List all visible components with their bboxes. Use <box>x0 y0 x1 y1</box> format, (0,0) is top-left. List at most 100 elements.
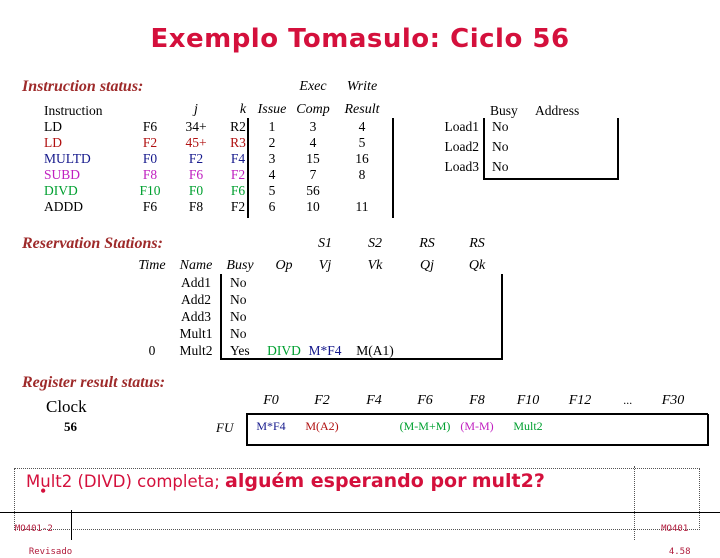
instruction-write-result: 11 <box>355 199 369 214</box>
instruction-name: LD <box>44 119 62 134</box>
header-j: j <box>194 102 198 117</box>
header-instruction: Instruction <box>44 103 103 118</box>
instruction-exec-comp: 3 <box>309 119 317 134</box>
load-buffer-busy: No <box>492 139 509 154</box>
footer-left-line1: MO401-2 <box>14 524 53 535</box>
instruction-issue: 5 <box>268 183 276 198</box>
instruction-k: F4 <box>230 151 246 166</box>
header-result: Result <box>344 102 380 117</box>
bullet-line1-small: Mult2 (DIVD) completa; <box>26 472 220 491</box>
instruction-j: F0 <box>188 183 204 198</box>
register-header-F0: F0 <box>263 393 279 408</box>
register-header-F8: F8 <box>469 393 485 408</box>
instruction-issue: 3 <box>268 151 276 166</box>
header-qj: Qj <box>420 258 434 273</box>
header-rs-qk: RS <box>469 236 485 251</box>
rs-busy: Yes <box>230 343 250 358</box>
instruction-write-result: 8 <box>358 167 366 182</box>
rs-name: Mult2 <box>179 343 213 358</box>
reg-table-right-rule <box>707 414 709 446</box>
register-value-F8: (M-M) <box>460 419 494 433</box>
instruction-issue: 6 <box>268 199 276 214</box>
reg-table-top-rule <box>246 413 708 415</box>
load-buffer-busy: No <box>492 119 509 134</box>
clock-label: Clock <box>46 397 87 416</box>
header-s2: S2 <box>368 236 382 251</box>
register-header-F30: F30 <box>661 393 685 408</box>
header-issue: Issue <box>257 102 287 117</box>
header-exec: Exec <box>299 79 327 94</box>
header-vk: Vk <box>367 258 383 273</box>
instruction-issue: 1 <box>268 119 276 134</box>
instruction-dest: F2 <box>142 135 158 150</box>
header-write: Write <box>346 79 378 94</box>
header-name: Name <box>179 258 213 273</box>
rs-time: 0 <box>148 343 156 358</box>
register-value-F6: (M-M+M) <box>399 419 451 433</box>
header-vj: Vj <box>318 258 332 273</box>
header-busy-loads: Busy <box>490 103 518 118</box>
rs-name: Mult1 <box>179 326 213 341</box>
instruction-name: DIVD <box>44 183 78 198</box>
rs-table-right-rule <box>501 274 503 360</box>
instruction-name: MULTD <box>44 151 91 166</box>
instruction-name: SUBD <box>44 167 81 182</box>
instruction-k: R3 <box>230 135 246 150</box>
rs-busy: No <box>230 309 247 324</box>
load-table-left-rule <box>483 118 485 180</box>
register-result-status-heading: Register result status: <box>22 374 166 391</box>
load-table-bottom-rule <box>483 178 618 180</box>
rs-name: Add1 <box>181 275 211 290</box>
page-title: Exemplo Tomasulo: Ciclo 56 <box>150 24 570 54</box>
header-comp: Comp <box>296 102 330 117</box>
instruction-name: ADDD <box>44 199 83 214</box>
bullet-text: Mult2 (DIVD) completa; alguém esperando … <box>26 470 700 492</box>
load-buffer-name: Load2 <box>444 139 480 154</box>
header-time: Time <box>138 258 166 273</box>
instruction-k: F6 <box>230 183 246 198</box>
register-header-F2: F2 <box>314 393 330 408</box>
instruction-j: 45+ <box>185 135 207 150</box>
reg-table-bottom-rule <box>246 444 708 446</box>
footer-divider <box>0 512 720 513</box>
clock-value: 56 <box>64 419 77 434</box>
bullet-line2-big: mult2? <box>471 470 545 492</box>
footer-left-text: MO401-2 Revisado <box>4 513 72 558</box>
instruction-j: F8 <box>188 199 204 214</box>
instruction-exec-comp: 4 <box>309 135 317 150</box>
instruction-exec-comp: 10 <box>306 199 320 214</box>
instruction-k: F2 <box>230 167 246 182</box>
footer-right-text: MO401 4.58 <box>648 513 691 558</box>
rs-op: DIVD <box>267 343 301 358</box>
rs-table-left-rule <box>220 274 222 360</box>
instruction-dest: F6 <box>142 119 158 134</box>
header-k: k <box>239 102 247 117</box>
footer-right-line1: MO401 <box>661 524 689 535</box>
instruction-exec-comp: 56 <box>306 183 320 198</box>
header-qk: Qk <box>468 258 486 273</box>
register-header-F4: F4 <box>366 393 382 408</box>
reservation-stations-heading: Reservation Stations: <box>22 235 163 252</box>
footer-right-line2: 4.58 <box>668 546 691 557</box>
header-op: Op <box>275 258 293 273</box>
instruction-table-right-rule <box>392 118 394 218</box>
register-header-F6: F6 <box>417 393 433 408</box>
load-buffer-name: Load1 <box>444 119 480 134</box>
rs-busy: No <box>230 292 247 307</box>
reg-table-left-rule <box>246 414 248 446</box>
instruction-status-heading: Instruction status: <box>22 78 144 95</box>
header-rs-qj: RS <box>419 236 435 251</box>
register-value-F2: M(A2) <box>305 419 339 433</box>
rs-busy: No <box>230 326 247 341</box>
instruction-dest: F6 <box>142 199 158 214</box>
instruction-exec-comp: 7 <box>309 167 317 182</box>
rs-name: Add3 <box>181 309 211 324</box>
rs-busy: No <box>230 275 247 290</box>
instruction-write-result: 16 <box>355 151 369 166</box>
rs-vj: M*F4 <box>308 343 342 358</box>
rs-name: Add2 <box>181 292 211 307</box>
footer-left-line2: Revisado <box>28 546 73 557</box>
header-s1: S1 <box>318 236 332 251</box>
instruction-j: 34+ <box>185 119 207 134</box>
instruction-name: LD <box>44 135 62 150</box>
